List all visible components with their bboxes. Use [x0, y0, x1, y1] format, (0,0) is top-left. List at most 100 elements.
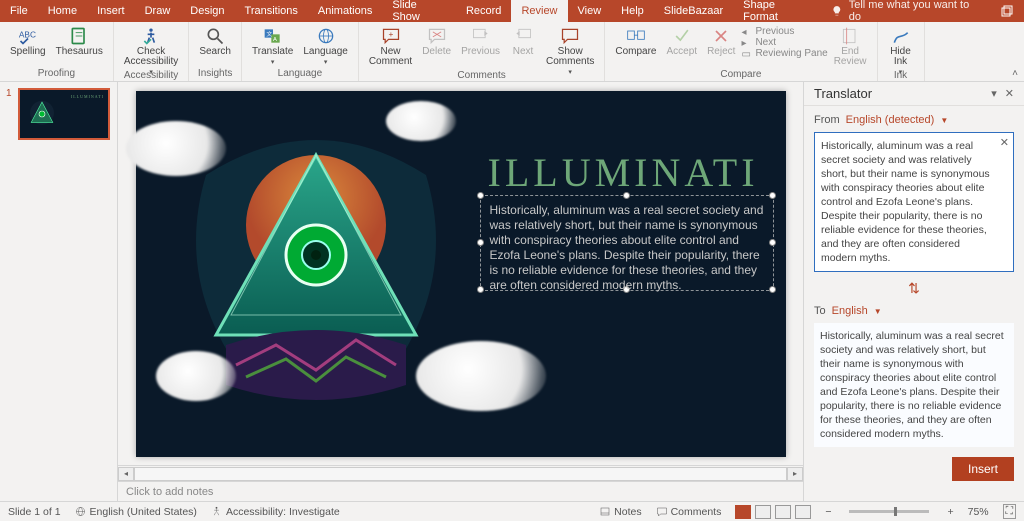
- source-text-box[interactable]: Historically, aluminum was a real secret…: [814, 132, 1014, 272]
- tab-animations[interactable]: Animations: [308, 0, 382, 22]
- delete-comment-button[interactable]: Delete: [418, 24, 455, 59]
- thumb-number: 1: [6, 88, 14, 140]
- cloud-graphic: [386, 101, 456, 141]
- status-language[interactable]: English (United States): [75, 506, 197, 518]
- accessibility-icon: [211, 506, 222, 517]
- scroll-right-icon[interactable]: ▸: [787, 467, 803, 481]
- pane-title: Translator: [814, 86, 872, 101]
- tab-insert[interactable]: Insert: [87, 0, 135, 22]
- reject-icon: [711, 26, 731, 46]
- comment-icon: [656, 506, 668, 518]
- from-language-selector[interactable]: From English (detected) ▼: [814, 114, 1014, 126]
- zoom-level[interactable]: 75%: [968, 506, 989, 518]
- tab-slideshow[interactable]: Slide Show: [382, 0, 456, 22]
- slide-canvas[interactable]: ILLUMINATI Historically, aluminum was a …: [118, 82, 803, 465]
- group-compare: Compare: [720, 69, 761, 80]
- horizontal-scrollbar[interactable]: ◂ ▸: [118, 465, 803, 481]
- pane-options-icon[interactable]: ▾: [991, 87, 997, 100]
- svg-text:文: 文: [266, 30, 272, 38]
- cloud-graphic: [156, 351, 236, 401]
- zoom-in-icon[interactable]: +: [947, 506, 953, 518]
- tab-view[interactable]: View: [568, 0, 612, 22]
- show-comments-button[interactable]: Show Comments▾: [542, 24, 598, 78]
- reject-button[interactable]: Reject: [703, 24, 739, 59]
- tab-shapeformat[interactable]: Shape Format: [733, 0, 821, 22]
- group-ink: Ink: [894, 70, 907, 81]
- globe-icon: [75, 506, 86, 517]
- new-comment-button[interactable]: + New Comment: [365, 24, 416, 69]
- sorter-view-icon[interactable]: [755, 505, 771, 519]
- accept-button[interactable]: Accept: [663, 24, 702, 59]
- zoom-out-icon[interactable]: −: [825, 506, 831, 518]
- tab-help[interactable]: Help: [611, 0, 654, 22]
- swap-languages-icon[interactable]: ⇅: [908, 278, 920, 299]
- tab-file[interactable]: File: [0, 0, 38, 22]
- clear-source-icon[interactable]: ✕: [1000, 136, 1009, 150]
- cloud-graphic: [416, 341, 546, 411]
- compare-button[interactable]: Compare: [611, 24, 660, 59]
- cloud-graphic: [126, 121, 226, 176]
- to-language-selector[interactable]: To English ▼: [814, 305, 1014, 317]
- notes-pane[interactable]: Click to add notes: [118, 481, 803, 501]
- check-icon: [672, 26, 692, 46]
- group-language: Language: [278, 68, 323, 80]
- tab-record[interactable]: Record: [456, 0, 511, 22]
- status-bar: Slide 1 of 1 English (United States) Acc…: [0, 501, 1024, 521]
- next-comment-button[interactable]: Next: [506, 24, 540, 59]
- lightbulb-icon: [831, 5, 843, 17]
- tell-me-search[interactable]: Tell me what you want to do: [821, 0, 991, 22]
- group-insights: Insights: [198, 68, 232, 80]
- ribbon: ABC Spelling Thesaurus Proofing Check Ac…: [0, 22, 1024, 82]
- slide-thumbnail-1[interactable]: ILLUMINATI: [18, 88, 110, 140]
- translate-icon: 文A: [263, 26, 283, 46]
- mini-next[interactable]: ▸Next: [741, 37, 827, 48]
- slide-counter: Slide 1 of 1: [8, 506, 61, 518]
- end-review-button[interactable]: End Review: [830, 24, 871, 69]
- group-comments: Comments: [457, 70, 505, 81]
- spelling-button[interactable]: ABC Spelling: [6, 24, 50, 59]
- slide-title[interactable]: ILLUMINATI: [488, 149, 759, 196]
- previous-comment-button[interactable]: Previous: [457, 24, 504, 59]
- pane-close-icon[interactable]: ✕: [1005, 87, 1014, 100]
- ink-icon: [891, 26, 911, 46]
- tab-review[interactable]: Review: [511, 0, 567, 22]
- slideshow-view-icon[interactable]: [795, 505, 811, 519]
- notes-icon: [599, 506, 611, 518]
- compare-icon: [626, 26, 646, 46]
- scroll-left-icon[interactable]: ◂: [118, 467, 134, 481]
- thesaurus-button[interactable]: Thesaurus: [52, 24, 107, 59]
- tab-transitions[interactable]: Transitions: [235, 0, 308, 22]
- tab-slidebazaar[interactable]: SlideBazaar: [654, 0, 733, 22]
- svg-text:A: A: [273, 37, 277, 43]
- mini-previous[interactable]: ◂Previous: [741, 26, 827, 37]
- status-accessibility[interactable]: Accessibility: Investigate: [211, 506, 340, 518]
- zoom-slider[interactable]: [849, 510, 929, 513]
- slide-thumbnail-panel: 1 ILLUMINATI: [0, 82, 118, 501]
- compare-mini-list: ◂Previous ▸Next ▭Reviewing Pane: [741, 24, 827, 59]
- tab-draw[interactable]: Draw: [135, 0, 181, 22]
- mini-reviewing-pane[interactable]: ▭Reviewing Pane: [741, 48, 827, 59]
- svg-text:+: +: [388, 29, 393, 39]
- search-button[interactable]: Search: [195, 24, 235, 59]
- tab-design[interactable]: Design: [180, 0, 234, 22]
- reading-view-icon[interactable]: [775, 505, 791, 519]
- fit-to-window-icon[interactable]: ⛶: [1003, 504, 1016, 519]
- group-proofing: Proofing: [38, 68, 75, 80]
- thumb-graphic-icon: [24, 94, 60, 134]
- tell-me-label: Tell me what you want to do: [849, 0, 981, 23]
- comments-toggle[interactable]: Comments: [656, 506, 722, 518]
- menu-tabs: File Home Insert Draw Design Transitions…: [0, 0, 1024, 22]
- slide-body-text[interactable]: Historically, aluminum was a real secret…: [484, 199, 770, 297]
- normal-view-icon[interactable]: [735, 505, 751, 519]
- insert-button[interactable]: Insert: [952, 457, 1014, 481]
- collapse-ribbon-icon[interactable]: ˄: [1012, 68, 1018, 79]
- group-accessibility: Accessibility: [124, 70, 178, 81]
- translation-result-box: Historically, aluminum was a real secret…: [814, 323, 1014, 447]
- language-button[interactable]: Language▾: [299, 24, 352, 68]
- translate-button[interactable]: 文A Translate▾: [248, 24, 297, 68]
- translator-pane: Translator ▾ ✕ From English (detected) ▼…: [803, 82, 1024, 501]
- tab-home[interactable]: Home: [38, 0, 87, 22]
- notes-toggle[interactable]: Notes: [599, 506, 641, 518]
- slide: ILLUMINATI Historically, aluminum was a …: [136, 91, 786, 457]
- window-restore-icon[interactable]: [991, 0, 1024, 22]
